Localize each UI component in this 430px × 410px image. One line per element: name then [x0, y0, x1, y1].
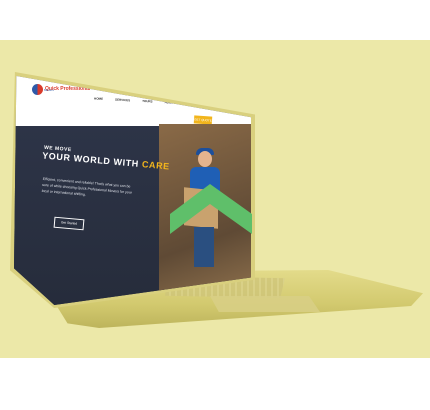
trackpad [210, 296, 320, 312]
head-shape [198, 151, 212, 167]
hero-panel [14, 126, 164, 305]
brand-sub: Movers [44, 88, 54, 92]
nav-item-services[interactable]: SERVICES [115, 98, 130, 103]
logo-mark-icon [32, 84, 43, 95]
chevron-up-icon [170, 184, 252, 234]
nav-item-home[interactable]: HOME [94, 96, 103, 100]
chevron-shape [170, 184, 252, 234]
